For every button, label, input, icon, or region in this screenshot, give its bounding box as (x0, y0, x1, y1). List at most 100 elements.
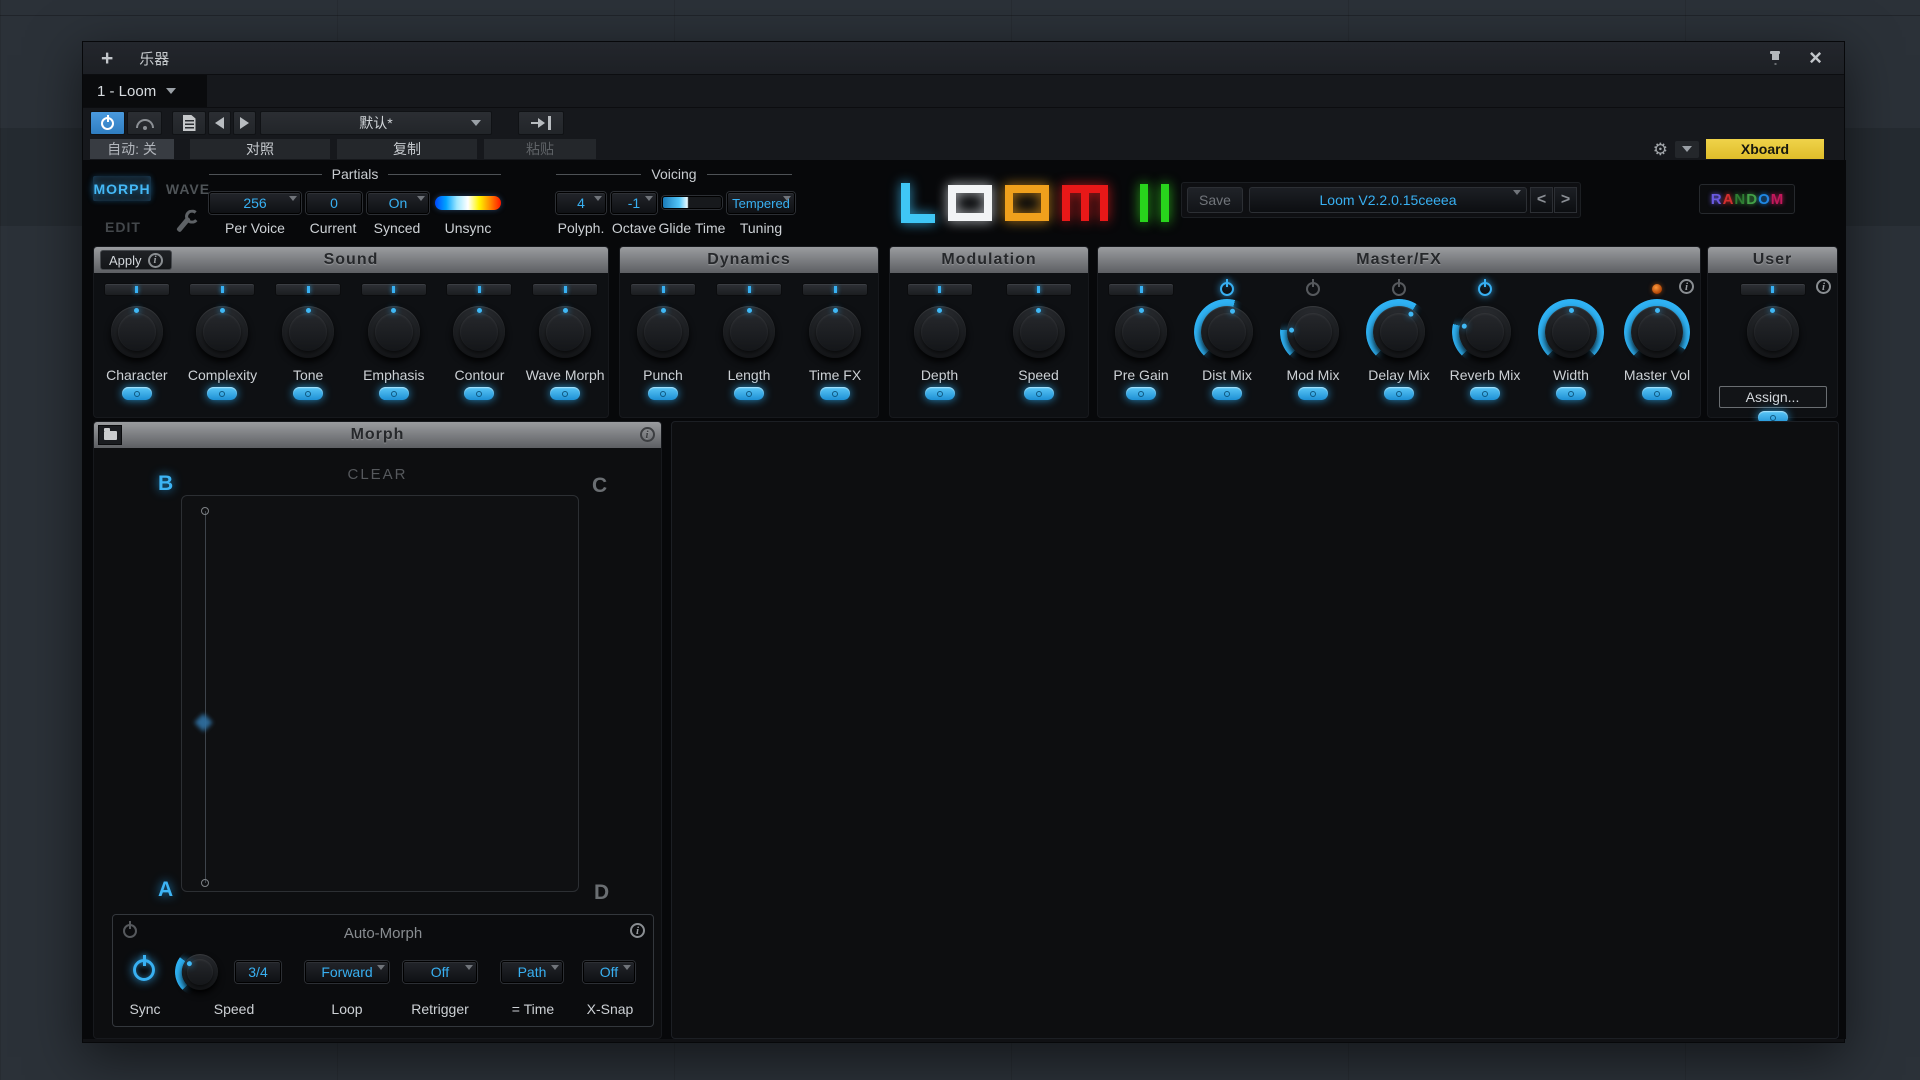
reverb-mix-enable-pill[interactable] (1470, 387, 1500, 400)
xboard-button[interactable]: Xboard (1706, 139, 1824, 159)
complexity-enable-pill[interactable] (207, 387, 237, 400)
depth-mini-slider[interactable] (907, 283, 973, 296)
preset-prev-button[interactable]: < (1530, 187, 1553, 213)
info-icon[interactable]: i (630, 923, 645, 938)
speed-mini-slider[interactable] (1006, 283, 1072, 296)
morph-corner-a[interactable]: A (158, 878, 173, 902)
user-mini-slider[interactable] (1740, 283, 1806, 296)
delay-mix-enable-pill[interactable] (1384, 387, 1414, 400)
reverb-mix-knob[interactable] (1459, 306, 1511, 358)
tuning-select[interactable]: Tempered (727, 192, 795, 214)
dist-mix-knob[interactable] (1201, 306, 1253, 358)
polyphony-select[interactable]: 4 (556, 192, 606, 214)
speed-knob[interactable] (1013, 306, 1065, 358)
preset-next-button[interactable]: > (1554, 187, 1577, 213)
preset-file-button[interactable] (172, 111, 206, 135)
morph-corner-c[interactable]: C (592, 474, 607, 498)
per-voice-select[interactable]: 256 (209, 192, 301, 214)
apply-button[interactable]: Applyi (100, 250, 172, 270)
length-enable-pill[interactable] (734, 387, 764, 400)
punch-enable-pill[interactable] (648, 387, 678, 400)
master-vol-enable-pill[interactable] (1642, 387, 1672, 400)
time-fx-enable-pill[interactable] (820, 387, 850, 400)
punch-mini-slider[interactable] (630, 283, 696, 296)
character-mini-slider[interactable] (104, 283, 170, 296)
assign-button[interactable]: Assign... (1719, 386, 1827, 408)
compare-button[interactable]: 对照 (190, 139, 330, 159)
complexity-mini-slider[interactable] (189, 283, 255, 296)
next-preset-button[interactable] (233, 111, 256, 135)
close-icon[interactable]: × (1809, 51, 1822, 65)
mod-mix-knob[interactable] (1287, 306, 1339, 358)
character-knob[interactable] (111, 306, 163, 358)
emphasis-enable-pill[interactable] (379, 387, 409, 400)
complexity-knob[interactable] (196, 306, 248, 358)
speed-value-field[interactable]: 3/4 (235, 961, 281, 983)
gear-icon[interactable]: ⚙ (1653, 141, 1668, 158)
time-mode-select[interactable]: Path (501, 961, 563, 983)
plugin-preset-select[interactable]: Loom V2.2.0.15ceeea (1249, 187, 1527, 213)
copy-button[interactable]: 复制 (337, 139, 477, 159)
depth-enable-pill[interactable] (925, 387, 955, 400)
unsync-spectrum-slider[interactable] (435, 196, 501, 210)
info-icon[interactable]: i (640, 427, 655, 442)
loop-select[interactable]: Forward (305, 961, 389, 983)
morph-path-node-top[interactable] (201, 507, 209, 515)
transfer-button[interactable] (518, 111, 564, 135)
paste-button[interactable]: 粘贴 (484, 139, 596, 159)
dist-mix-power-toggle[interactable] (1220, 282, 1234, 296)
contour-mini-slider[interactable] (446, 283, 512, 296)
length-knob[interactable] (723, 306, 775, 358)
morph-path-node-bottom[interactable] (201, 879, 209, 887)
contour-enable-pill[interactable] (464, 387, 494, 400)
user-knob[interactable] (1747, 306, 1799, 358)
wave-morph-enable-pill[interactable] (550, 387, 580, 400)
octave-select[interactable]: -1 (611, 192, 657, 214)
morph-corner-b[interactable]: B (158, 472, 173, 496)
delay-mix-knob[interactable] (1373, 306, 1425, 358)
sync-power-button[interactable] (133, 959, 155, 981)
emphasis-knob[interactable] (368, 306, 420, 358)
automation-curve-button[interactable] (127, 111, 162, 135)
random-button[interactable]: RANDOM (1699, 184, 1795, 214)
delay-mix-power-toggle[interactable] (1392, 282, 1406, 296)
pre-gain-knob[interactable] (1115, 306, 1167, 358)
morph-clear-button[interactable]: CLEAR (94, 466, 661, 483)
punch-knob[interactable] (637, 306, 689, 358)
width-knob[interactable] (1545, 306, 1597, 358)
synced-select[interactable]: On (367, 192, 429, 214)
depth-knob[interactable] (914, 306, 966, 358)
morph-position-marker[interactable] (194, 713, 212, 731)
plugin-power-button[interactable] (90, 111, 125, 135)
pin-icon[interactable] (1769, 51, 1781, 65)
wave-morph-mini-slider[interactable] (532, 283, 598, 296)
mod-mix-power-toggle[interactable] (1306, 282, 1320, 296)
add-instrument-button[interactable]: + (101, 48, 113, 69)
pre-gain-enable-pill[interactable] (1126, 387, 1156, 400)
tone-knob[interactable] (282, 306, 334, 358)
width-enable-pill[interactable] (1556, 387, 1586, 400)
tone-enable-pill[interactable] (293, 387, 323, 400)
time-fx-mini-slider[interactable] (802, 283, 868, 296)
host-preset-select[interactable]: 默认* (260, 111, 492, 135)
wrench-icon[interactable] (176, 216, 191, 232)
morph-pad[interactable] (181, 495, 579, 892)
automation-toggle-button[interactable]: 自动: 关 (90, 139, 174, 159)
tab-edit[interactable]: EDIT (95, 214, 151, 239)
wave-morph-knob[interactable] (539, 306, 591, 358)
prev-preset-button[interactable] (208, 111, 231, 135)
tab-morph[interactable]: MORPH (93, 176, 151, 201)
instrument-tab[interactable]: 1 - Loom (83, 75, 207, 107)
time-fx-knob[interactable] (809, 306, 861, 358)
contour-knob[interactable] (453, 306, 505, 358)
speed-enable-pill[interactable] (1024, 387, 1054, 400)
length-mini-slider[interactable] (716, 283, 782, 296)
tone-mini-slider[interactable] (275, 283, 341, 296)
current-partials-field[interactable]: 0 (306, 192, 362, 214)
reverb-mix-power-toggle[interactable] (1478, 282, 1492, 296)
save-button[interactable]: Save (1187, 187, 1243, 213)
character-enable-pill[interactable] (122, 387, 152, 400)
retrigger-select[interactable]: Off (403, 961, 477, 983)
morph-corner-d[interactable]: D (594, 881, 609, 905)
settings-dropdown-button[interactable] (1675, 141, 1699, 158)
